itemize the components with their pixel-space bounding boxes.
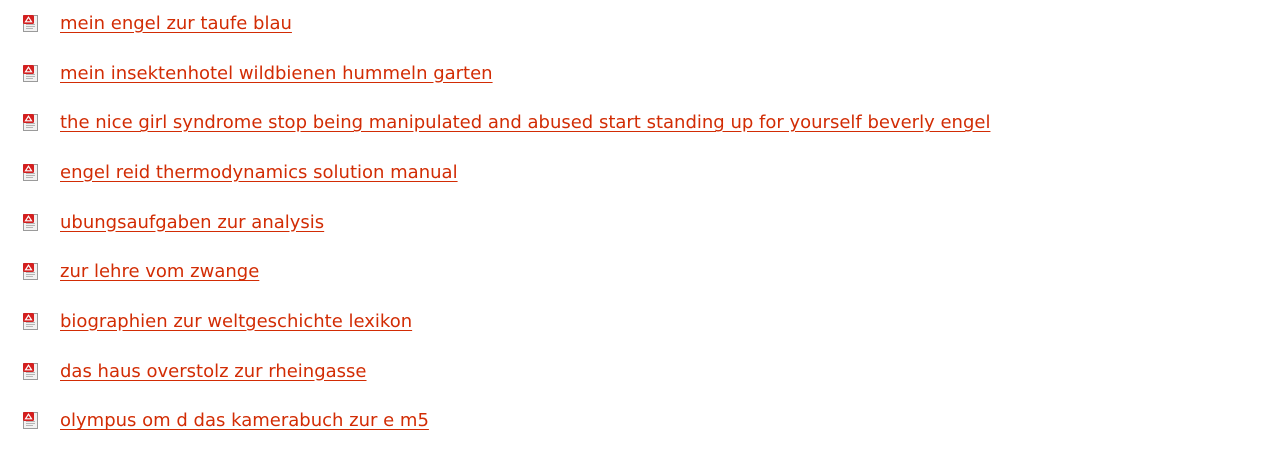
list-item: olympus om d das kamerabuch zur e m5 — [0, 400, 1278, 450]
pdf-file-icon — [23, 14, 40, 32]
pdf-file-icon — [23, 213, 40, 231]
list-item: mein engel zur taufe blau — [0, 2, 1278, 52]
pdf-file-icon — [23, 263, 40, 281]
pdf-link[interactable]: engel reid thermodynamics solution manua… — [60, 163, 458, 182]
list-item: mein insektenhotel wildbienen hummeln ga… — [0, 52, 1278, 102]
pdf-file-icon — [23, 163, 40, 181]
pdf-link[interactable]: mein engel zur taufe blau — [60, 14, 292, 33]
pdf-link[interactable]: das haus overstolz zur rheingasse — [60, 362, 367, 381]
pdf-file-icon — [23, 412, 40, 430]
pdf-link[interactable]: olympus om d das kamerabuch zur e m5 — [60, 412, 429, 430]
list-item: engel reid thermodynamics solution manua… — [0, 151, 1278, 201]
pdf-file-icon — [23, 312, 40, 330]
pdf-file-icon — [23, 64, 40, 82]
pdf-link[interactable]: biographien zur weltgeschichte lexikon — [60, 312, 412, 331]
pdf-link[interactable]: mein insektenhotel wildbienen hummeln ga… — [60, 64, 493, 83]
list-item: biographien zur weltgeschichte lexikon — [0, 300, 1278, 350]
list-item: ubungsaufgaben zur analysis — [0, 201, 1278, 251]
pdf-file-icon — [23, 114, 40, 132]
pdf-link-list: mein engel zur taufe blau mein insektenh… — [0, 2, 1278, 449]
pdf-link[interactable]: ubungsaufgaben zur analysis — [60, 213, 324, 232]
pdf-link[interactable]: zur lehre vom zwange — [60, 263, 259, 281]
list-item: zur lehre vom zwange — [0, 250, 1278, 300]
pdf-file-icon — [23, 362, 40, 380]
pdf-link[interactable]: the nice girl syndrome stop being manipu… — [60, 114, 990, 132]
list-item: the nice girl syndrome stop being manipu… — [0, 101, 1278, 151]
list-item: das haus overstolz zur rheingasse — [0, 350, 1278, 400]
